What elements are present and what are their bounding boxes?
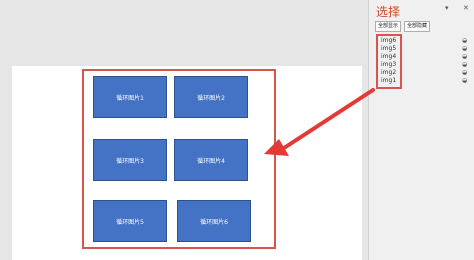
- picture-4[interactable]: 循环图片4: [174, 139, 248, 181]
- object-item-img6[interactable]: img6: [381, 37, 396, 44]
- eye-icon[interactable]: ◒: [462, 77, 467, 84]
- picture-5[interactable]: 循环图片5: [93, 200, 167, 242]
- eye-icon[interactable]: ◒: [462, 69, 467, 76]
- hide-all-button[interactable]: 全部隐藏: [404, 21, 431, 32]
- dropdown-icon[interactable]: ▾: [445, 4, 449, 12]
- object-item-img5[interactable]: img5: [381, 45, 396, 52]
- eye-icon[interactable]: ◒: [462, 37, 467, 44]
- show-all-button[interactable]: 全部显示: [375, 21, 402, 32]
- picture-6[interactable]: 循环图片6: [177, 200, 251, 242]
- object-item-img3[interactable]: img3: [381, 61, 396, 68]
- picture-1[interactable]: 循环图片1: [93, 76, 167, 118]
- picture-2[interactable]: 循环图片2: [174, 76, 248, 118]
- object-item-img2[interactable]: img2: [381, 69, 396, 76]
- eye-icon[interactable]: ◒: [462, 53, 467, 60]
- selection-pane: 选择 ▾ ✕ 全部显示 全部隐藏 img6 img5 img4 img3 img…: [368, 0, 474, 260]
- close-icon[interactable]: ✕: [463, 4, 469, 12]
- picture-3[interactable]: 循环图片3: [93, 139, 167, 181]
- pane-title: 选择: [376, 5, 401, 19]
- eye-icon[interactable]: ◒: [462, 45, 467, 52]
- eye-icon[interactable]: ◒: [462, 61, 467, 68]
- slide-canvas[interactable]: 循环图片1 循环图片2 循环图片3 循环图片4 循环图片5 循环图片6: [12, 66, 362, 260]
- slide-workspace: 循环图片1 循环图片2 循环图片3 循环图片4 循环图片5 循环图片6: [0, 0, 368, 260]
- object-item-img4[interactable]: img4: [381, 53, 396, 60]
- object-item-img1[interactable]: img1: [381, 77, 396, 84]
